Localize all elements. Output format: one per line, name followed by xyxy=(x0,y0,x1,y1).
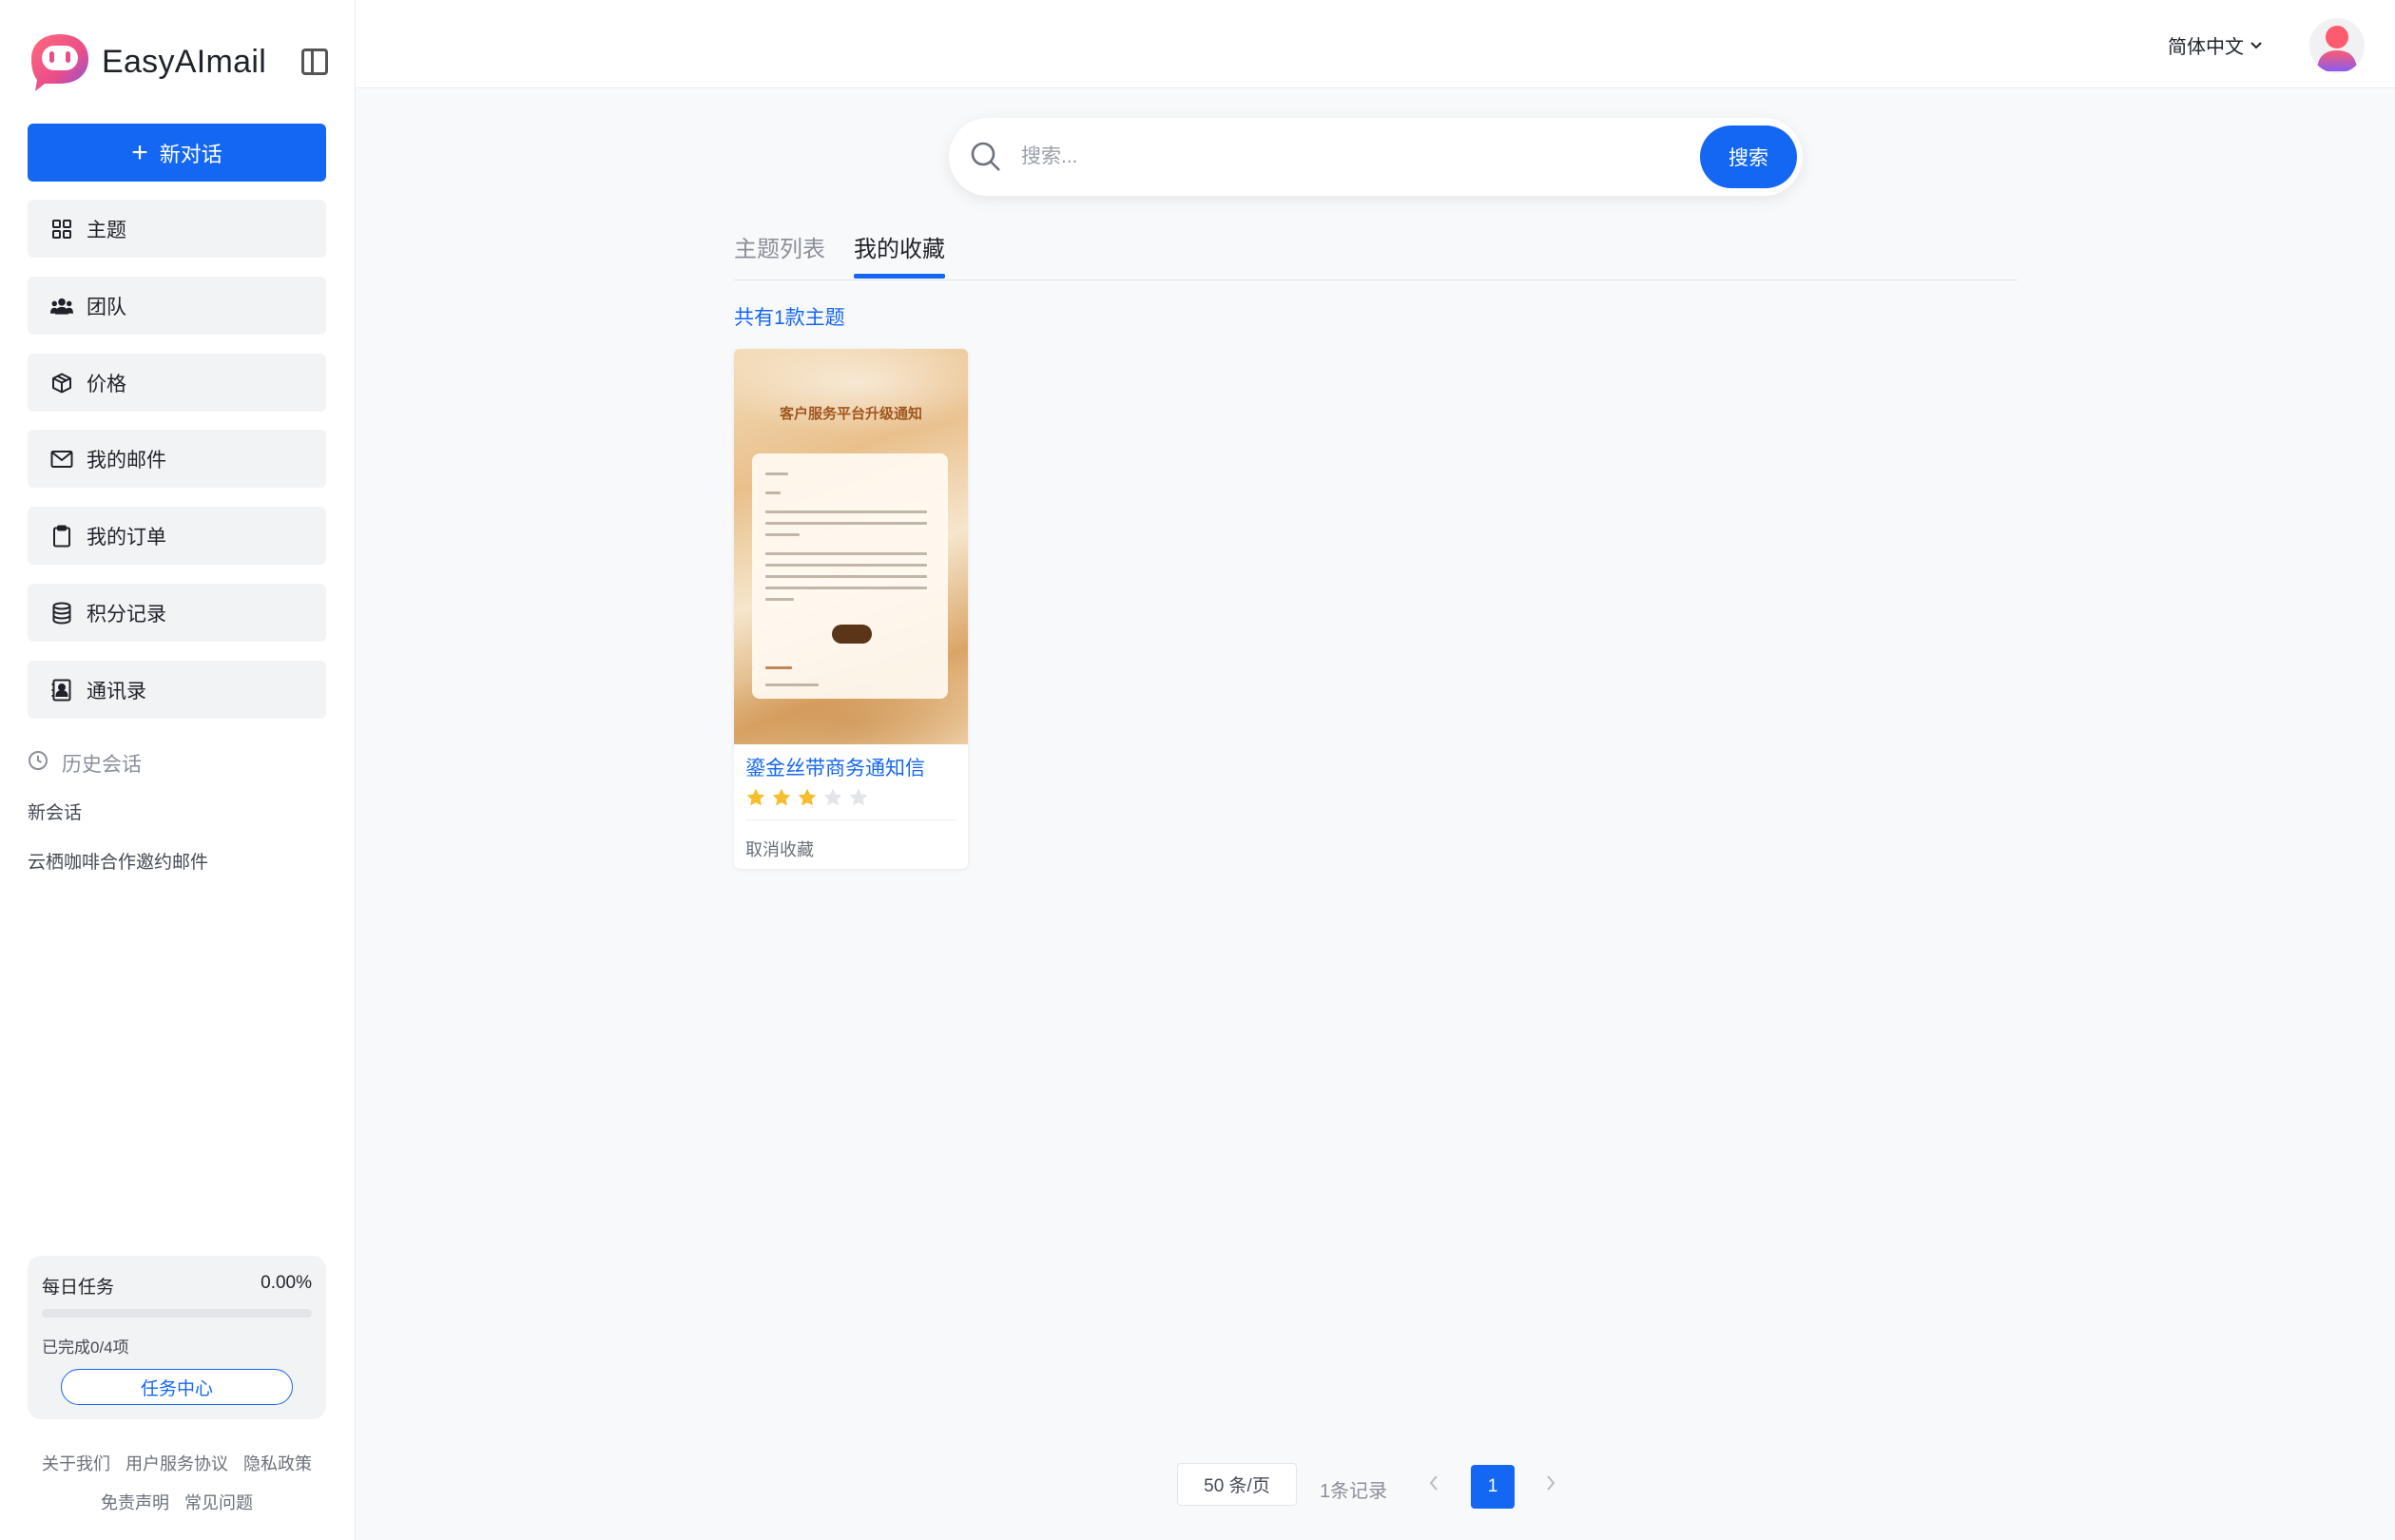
chevron-down-icon xyxy=(2250,34,2263,56)
database-icon xyxy=(50,602,73,625)
new-chat-label: 新对话 xyxy=(159,142,222,166)
sidebar-item-my-orders[interactable]: 我的订单 xyxy=(28,507,326,565)
footer-link-terms[interactable]: 用户服务协议 xyxy=(126,1451,228,1475)
language-selector[interactable]: 简体中文 xyxy=(2168,31,2263,59)
theme-name[interactable]: 鎏金丝带商务通知信 xyxy=(745,753,925,781)
thumbnail-text-line xyxy=(765,533,800,536)
next-page-button[interactable] xyxy=(1536,1470,1566,1500)
app-name: EasyAImail xyxy=(102,43,267,80)
sidebar-item-label: 团队 xyxy=(87,296,126,318)
thumbnail-text-line xyxy=(765,472,788,475)
theme-thumbnail[interactable]: 客户服务平台升级通知 xyxy=(734,349,968,744)
history-title: 历史会话 xyxy=(62,754,142,776)
star-filled-icon xyxy=(745,787,766,808)
page-size-select[interactable]: 50 条/页 xyxy=(1177,1463,1297,1506)
box-icon xyxy=(50,372,73,395)
plus-icon: + xyxy=(131,136,148,168)
star-filled-icon xyxy=(771,787,792,808)
sidebar: EasyAImail + 新对话 主题 团队 价格 我的邮件 我的订单 积分记录… xyxy=(0,0,356,1540)
search-box: 搜索 xyxy=(949,118,1803,196)
search-button[interactable]: 搜索 xyxy=(1700,125,1797,188)
language-label: 简体中文 xyxy=(2168,37,2244,58)
history-item[interactable]: 新会话 xyxy=(28,799,82,824)
mail-icon xyxy=(50,448,73,471)
thumbnail-text-line xyxy=(765,510,927,513)
task-center-button[interactable]: 任务中心 xyxy=(61,1369,293,1405)
sidebar-item-label: 价格 xyxy=(87,373,126,395)
logo-icon xyxy=(28,30,92,93)
task-percent: 0.00% xyxy=(261,1273,312,1293)
thumbnail-text-line xyxy=(765,666,792,669)
footer-links-row2: 免责声明 常见问题 xyxy=(28,1490,326,1514)
thumbnail-text-line xyxy=(765,564,927,567)
thumbnail-letter-body xyxy=(752,453,948,699)
new-chat-button[interactable]: + 新对话 xyxy=(28,124,326,182)
chevron-right-icon xyxy=(1545,1472,1556,1498)
contact-book-icon xyxy=(50,679,73,702)
card-divider xyxy=(745,819,956,820)
tab-my-favorites[interactable]: 我的收藏 xyxy=(854,230,945,263)
logo-row: EasyAImail xyxy=(28,30,328,93)
grid-icon xyxy=(50,218,73,241)
star-filled-icon xyxy=(797,787,818,808)
sidebar-item-label: 我的订单 xyxy=(87,526,166,549)
star-empty-icon xyxy=(848,787,869,808)
users-icon xyxy=(50,295,73,318)
theme-rating xyxy=(745,787,869,808)
thumbnail-text-line xyxy=(765,522,927,525)
thumbnail-text-line xyxy=(765,552,927,555)
search-input[interactable] xyxy=(1021,137,1668,177)
sidebar-collapse-icon[interactable] xyxy=(301,48,328,75)
task-title: 每日任务 xyxy=(42,1278,115,1298)
clock-icon xyxy=(28,750,48,777)
history-header: 历史会话 xyxy=(28,749,142,778)
thumbnail-title: 客户服务平台升级通知 xyxy=(779,406,922,422)
page-button-current[interactable]: 1 xyxy=(1471,1465,1515,1509)
sidebar-item-points[interactable]: 积分记录 xyxy=(28,584,326,642)
theme-card[interactable]: 客户服务平台升级通知 鎏金丝带商务通知信 取消收藏 xyxy=(734,349,968,869)
thumbnail-text-line xyxy=(765,491,781,494)
sidebar-item-team[interactable]: 团队 xyxy=(28,277,326,335)
task-done-text: 已完成0/4项 xyxy=(42,1338,129,1357)
top-bar: 简体中文 xyxy=(356,0,2395,88)
sidebar-item-pricing[interactable]: 价格 xyxy=(28,354,326,412)
sidebar-item-contacts[interactable]: 通讯录 xyxy=(28,661,326,719)
sidebar-item-label: 我的邮件 xyxy=(87,449,166,472)
task-progress-bar xyxy=(42,1309,312,1318)
thumbnail-text-line xyxy=(765,683,819,686)
tab-active-indicator xyxy=(854,274,945,279)
thumbnail-text-line xyxy=(765,587,927,589)
theme-count-label: 共有1款主题 xyxy=(734,307,845,329)
prev-page-button[interactable] xyxy=(1419,1470,1449,1500)
sidebar-item-my-mail[interactable]: 我的邮件 xyxy=(28,430,326,488)
user-avatar[interactable] xyxy=(2309,18,2365,73)
unfavorite-button[interactable]: 取消收藏 xyxy=(745,837,814,861)
thumbnail-text-line xyxy=(765,575,927,578)
footer-link-about[interactable]: 关于我们 xyxy=(42,1451,110,1475)
sidebar-item-label: 积分记录 xyxy=(87,603,166,626)
thumbnail-cta-button xyxy=(832,625,872,644)
daily-task-card: 每日任务 0.00% 已完成0/4项 任务中心 xyxy=(28,1256,326,1419)
sidebar-item-label: 通讯录 xyxy=(87,680,146,703)
tabs: 主题列表 我的收藏 xyxy=(734,224,2018,280)
footer-link-disclaimer[interactable]: 免责声明 xyxy=(101,1490,169,1514)
sidebar-item-label: 主题 xyxy=(87,219,126,241)
search-icon xyxy=(970,141,1002,178)
history-item[interactable]: 云栖咖啡合作邀约邮件 xyxy=(28,848,208,874)
footer-links-row1: 关于我们 用户服务协议 隐私政策 xyxy=(28,1451,326,1475)
footer-link-faq[interactable]: 常见问题 xyxy=(184,1490,253,1514)
chevron-left-icon xyxy=(1428,1472,1439,1498)
total-records: 1条记录 xyxy=(1320,1481,1388,1502)
sidebar-item-themes[interactable]: 主题 xyxy=(28,200,326,258)
tab-theme-list[interactable]: 主题列表 xyxy=(734,230,825,263)
footer-link-privacy[interactable]: 隐私政策 xyxy=(243,1451,312,1475)
clipboard-icon xyxy=(50,525,73,548)
star-empty-icon xyxy=(822,787,843,808)
thumbnail-text-line xyxy=(765,598,794,601)
